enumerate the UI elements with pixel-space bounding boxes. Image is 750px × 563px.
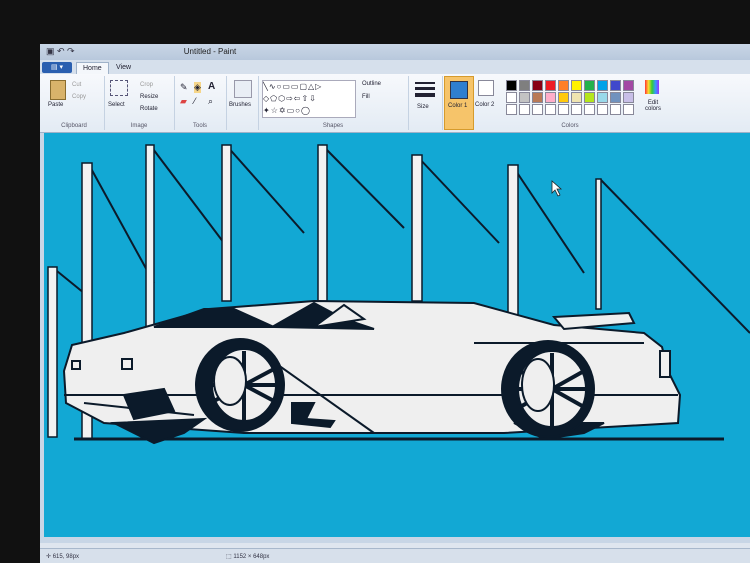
select-icon[interactable] <box>110 80 128 96</box>
title-bar: ▣ ↶ ↷ Untitled - Paint <box>40 44 750 60</box>
shapes-group: ╲∿○▭▭▢△▷ ◇⬠⬡⇨⇦⇧⇩ ✦☆✡▭○◯ Outline Fill Shape… <box>258 76 409 130</box>
brushes-button[interactable]: Brushes <box>229 102 251 108</box>
palette-swatch[interactable] <box>571 92 582 103</box>
custom-color-slot[interactable] <box>610 104 621 115</box>
palette-swatch[interactable] <box>532 92 543 103</box>
color2-label: Color 2 <box>475 102 495 108</box>
image-size: ⬚ 1152 × 648px <box>226 554 270 560</box>
crop-button[interactable]: Crop <box>140 82 153 88</box>
palette-swatch[interactable] <box>506 80 517 91</box>
color1-swatch <box>450 81 468 99</box>
palette-swatch[interactable] <box>532 80 543 91</box>
text-tool-icon[interactable]: A <box>208 81 215 92</box>
ribbon: Paste Cut Copy Clipboard Select Crop Res… <box>40 74 750 133</box>
palette-swatch[interactable] <box>571 80 582 91</box>
custom-color-slot[interactable] <box>597 104 608 115</box>
canvas-area <box>40 133 750 543</box>
front-wheel <box>195 338 285 432</box>
copy-button[interactable]: Copy <box>72 94 86 100</box>
custom-color-slot[interactable] <box>506 104 517 115</box>
ribbon-tabs: ▤ ▾ Home View <box>40 60 750 75</box>
rear-wheel <box>501 340 595 438</box>
shapes-gallery[interactable]: ╲∿○▭▭▢△▷ ◇⬠⬡⇨⇦⇧⇩ ✦☆✡▭○◯ <box>262 80 356 118</box>
brushes-group: Brushes <box>226 76 259 130</box>
cursor-position: ✛ 615, 98px <box>46 554 80 560</box>
drawing-canvas[interactable] <box>44 133 750 537</box>
palette-swatch[interactable] <box>610 80 621 91</box>
edit-colors-button[interactable]: Edit colors <box>640 76 666 128</box>
palette-swatch[interactable] <box>610 92 621 103</box>
window-title: Untitled - Paint <box>183 47 237 56</box>
custom-color-slot[interactable] <box>545 104 556 115</box>
eraser-icon[interactable]: ▰ <box>180 96 187 107</box>
color2-button[interactable]: Color 2 <box>473 76 499 128</box>
clipboard-group-label: Clipboard <box>61 123 87 129</box>
rotate-button[interactable]: Rotate <box>140 106 158 112</box>
status-bar: ✛ 615, 98px ⬚ 1152 × 648px <box>40 548 750 563</box>
image-group-label: Image <box>130 123 148 129</box>
select-button[interactable]: Select <box>108 102 125 108</box>
fill-button[interactable]: Fill <box>362 94 370 100</box>
paste-icon[interactable] <box>50 80 66 100</box>
palette-swatch[interactable] <box>623 80 634 91</box>
palette-swatch[interactable] <box>584 92 595 103</box>
palette-swatch[interactable] <box>545 80 556 91</box>
image-group: Select Crop Resize Rotate Image <box>104 76 175 130</box>
palette-swatch[interactable] <box>584 80 595 91</box>
custom-color-slot[interactable] <box>519 104 530 115</box>
colors-group-label: Colors <box>561 123 579 129</box>
palette-swatch[interactable] <box>519 92 530 103</box>
custom-color-slot[interactable] <box>558 104 569 115</box>
custom-color-slot[interactable] <box>571 104 582 115</box>
palette-swatch[interactable] <box>519 80 530 91</box>
custom-color-slot[interactable] <box>623 104 634 115</box>
size-group: Size <box>408 76 443 130</box>
rainbow-icon <box>645 80 659 94</box>
magnifier-icon[interactable]: ⌕ <box>208 96 213 107</box>
color1-button[interactable]: Color 1 <box>444 76 474 130</box>
tools-group-label: Tools <box>192 123 207 129</box>
file-menu-button[interactable]: ▤ ▾ <box>42 62 72 73</box>
palette-group: Colors <box>500 76 640 130</box>
palette-swatch[interactable] <box>558 80 569 91</box>
palette-swatch[interactable] <box>506 92 517 103</box>
palette-swatch[interactable] <box>623 92 634 103</box>
color-picker-icon[interactable]: ⁄ <box>194 96 196 106</box>
color2-swatch <box>478 80 494 96</box>
pencil-icon[interactable]: ✎ <box>180 82 188 93</box>
clipboard-group: Paste Cut Copy Clipboard <box>44 76 105 130</box>
palette-swatch[interactable] <box>597 80 608 91</box>
palette-swatch[interactable] <box>545 92 556 103</box>
custom-color-slot[interactable] <box>584 104 595 115</box>
tab-view[interactable]: View <box>110 62 137 74</box>
tools-group: ✎ ◈ A ▰ ⁄ ⌕ Tools <box>174 76 227 130</box>
brush-icon[interactable] <box>234 80 252 98</box>
edit-colors-label: Edit colors <box>644 100 661 112</box>
custom-color-slot[interactable] <box>532 104 543 115</box>
paint-window: ▣ ↶ ↷ Untitled - Paint ▤ ▾ Home View Pas… <box>40 44 750 563</box>
color1-label: Color 1 <box>448 103 468 109</box>
resize-button[interactable]: Resize <box>140 94 158 100</box>
palette-swatch[interactable] <box>597 92 608 103</box>
shapes-group-label: Shapes <box>322 123 344 129</box>
size-button[interactable]: Size <box>417 104 429 110</box>
cut-button[interactable]: Cut <box>72 82 81 88</box>
paste-label[interactable]: Paste <box>48 102 63 108</box>
outline-button[interactable]: Outline <box>362 81 381 87</box>
palette-swatch[interactable] <box>558 92 569 103</box>
fill-bucket-icon[interactable]: ◈ <box>194 82 201 93</box>
